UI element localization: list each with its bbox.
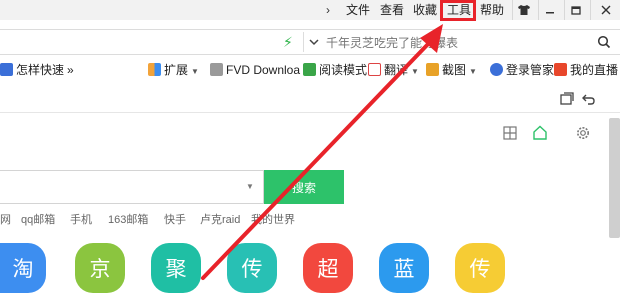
menu-file[interactable]: 文件 [346,0,370,20]
skin-button[interactable] [512,0,534,20]
collapse-arrow-icon[interactable]: › [326,0,330,20]
search-button[interactable]: 搜索 [264,170,344,204]
quicklink-minecraft[interactable]: 我的世界 [251,212,295,228]
window-restore-icon[interactable] [560,92,574,106]
menu-view[interactable]: 查看 [380,0,404,20]
app-tile-ju[interactable]: 聚 [151,243,201,293]
translate-button[interactable]: 翻译 ▼ [368,61,419,79]
bookmarks-more-button[interactable]: » [67,61,74,79]
screenshot-button[interactable]: 截图 ▼ [426,61,477,79]
paw-icon [0,63,13,76]
main-search-input[interactable] [0,170,264,204]
chevron-down-icon [308,39,319,46]
maximize-button[interactable] [564,0,586,20]
chevron-down-icon: ▼ [411,67,419,76]
chevron-down-icon: ▼ [469,67,477,76]
menu-help[interactable]: 帮助 [480,0,504,20]
quicklink-kuaishou[interactable]: 快手 [164,212,186,228]
extensions-button[interactable]: 扩展 ▼ [148,61,199,79]
undo-icon[interactable] [582,92,596,106]
my-live-button[interactable]: 我的直播 [554,61,618,79]
extensions-icon [148,63,161,76]
settings-gear-icon[interactable] [576,126,590,140]
quicklink-item[interactable]: 网 [0,212,11,228]
minimize-button[interactable] [538,0,560,20]
app-tile-lan[interactable]: 蓝 [379,243,429,293]
search-engine-dropdown-icon[interactable]: ▼ [246,182,254,191]
app-tile-chuan[interactable]: 传 [227,243,277,293]
quicklink-raid[interactable]: 卢克raid [200,212,240,228]
app-tile-taobao[interactable]: 淘 [0,243,46,293]
chevron-down-icon: ▼ [191,67,199,76]
fvd-downloader-button[interactable]: FVD Downloa [210,61,300,79]
login-manager-button[interactable]: 登录管家 [490,61,554,79]
bookmark-speed[interactable]: 怎样快速 [0,61,64,79]
quicklink-163mail[interactable]: 163邮箱 [108,212,148,228]
minimize-icon [545,12,554,14]
app-tile-jd[interactable]: 京 [75,243,125,293]
reader-mode-button[interactable]: 阅读模式 [303,61,367,79]
home-icon[interactable] [532,125,548,140]
scissors-icon [426,63,439,76]
book-icon [303,63,316,76]
shield-icon [490,63,503,76]
shirt-icon [517,5,530,15]
close-button[interactable] [590,0,620,20]
close-icon [601,5,610,15]
grid-icon[interactable] [503,126,517,140]
search-icon[interactable] [597,35,611,49]
quicklink-qqmail[interactable]: qq邮箱 [21,212,55,228]
translate-icon [368,63,381,76]
divider [0,112,620,113]
tools-highlight-box [440,0,476,21]
search-input[interactable] [326,34,596,52]
download-icon [210,63,223,76]
quicklink-mobile[interactable]: 手机 [70,212,92,228]
address-dropdown-button[interactable] [303,32,323,52]
tool-row [0,88,620,110]
scrollbar[interactable] [609,118,620,238]
address-bar: ⚡ [0,29,620,55]
menu-favorites[interactable]: 收藏 [413,0,437,20]
lightning-icon[interactable]: ⚡ [283,34,293,51]
app-tile-chao[interactable]: 超 [303,243,353,293]
bookmarks-bar: 怎样快速 » 扩展 ▼ FVD Downloa 阅读模式 翻译 ▼ 截图 ▼ 登录管家… [0,58,620,82]
tv-icon [554,63,567,76]
app-tile-chuan-2[interactable]: 传 [455,243,505,293]
restore-icon [570,6,581,15]
